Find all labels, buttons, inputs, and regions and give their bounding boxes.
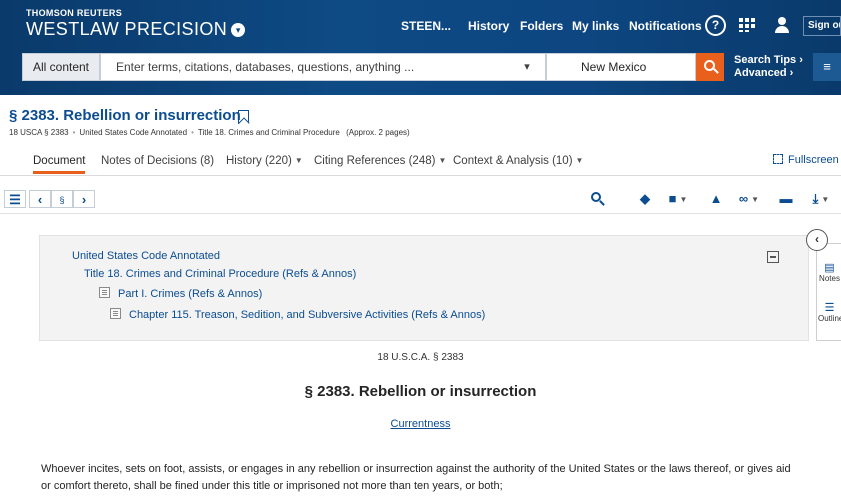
help-icon[interactable]: ?	[705, 15, 726, 36]
brand-menu-caret-icon[interactable]: ▾	[231, 23, 246, 37]
folders-link[interactable]: Folders	[520, 15, 563, 37]
toc-list-icon[interactable]: ☰	[4, 190, 26, 208]
document-meta: 18 USCA § 2383 • United States Code Annota…	[9, 128, 410, 137]
toc-link-usca[interactable]: United States Code Annotated	[72, 250, 220, 262]
toc-item-part-1[interactable]: Part I. Crimes (Refs & Annos)	[99, 287, 262, 300]
statute-heading: § 2383. Rebellion or insurrection	[304, 383, 537, 400]
search-within-button[interactable]	[589, 190, 605, 208]
brand-small: THOMSON REUTERS	[26, 8, 123, 18]
search-input[interactable]	[100, 53, 546, 81]
search-tips-links[interactable]: Search Tips › Advanced ›	[734, 54, 803, 80]
link-icon[interactable]: ∞ ▼	[732, 190, 766, 208]
tab-context-analysis[interactable]: Context & Analysis (10) ▼	[453, 155, 583, 167]
currentness-container: Currentness	[0, 418, 841, 430]
search-tips-link[interactable]: Search Tips ›	[734, 54, 803, 67]
collapse-toc-icon[interactable]	[767, 251, 779, 263]
next-section-button[interactable]: ›	[73, 190, 95, 208]
meta-cite: 18 USCA § 2383	[9, 128, 69, 137]
westlaw-logo[interactable]: THOMSON REUTERS WESTLAW PRECISION ▾	[26, 8, 246, 40]
fullscreen-icon	[773, 154, 783, 164]
statute-text: Whoever incites, sets on foot, assists, …	[41, 463, 791, 492]
rail-notes-button[interactable]: ▤ Notes	[818, 262, 841, 283]
statute-citation: 18 U.S.C.A. § 2383	[377, 352, 464, 363]
document-icon	[99, 287, 110, 298]
document-icon	[110, 308, 121, 319]
user-icon[interactable]	[775, 17, 789, 33]
my-links-link[interactable]: My links	[572, 15, 619, 37]
tab-notes-of-decisions[interactable]: Notes of Decisions (8)	[101, 155, 214, 167]
sign-out-button[interactable]: Sign out	[803, 16, 841, 36]
meta-length: (Approx. 2 pages)	[346, 128, 410, 137]
jurisdiction-selector[interactable]: New Mexico	[546, 53, 696, 81]
search-dropdown-chevron-icon[interactable]: ▾	[508, 53, 546, 81]
folder-icon[interactable]: ▬	[778, 190, 794, 208]
user-menu[interactable]: STEEN...	[401, 15, 451, 37]
filter-icon[interactable]: ≡	[813, 53, 841, 81]
currentness-link[interactable]: Currentness	[391, 418, 451, 430]
meta-title: Title 18. Crimes and Criminal Procedure	[197, 128, 340, 137]
meta-collection: United States Code Annotated	[79, 128, 188, 137]
fullscreen-button[interactable]: Fullscreen	[773, 154, 839, 166]
search-button[interactable]	[696, 53, 724, 81]
history-link[interactable]: History	[468, 15, 509, 37]
download-icon[interactable]: ⤓ ▼	[804, 190, 838, 208]
right-rail	[816, 243, 841, 341]
note-icon[interactable]: ■ ▼	[664, 190, 692, 208]
alert-bell-icon[interactable]: ▲	[708, 190, 724, 208]
document-title: § 2383. Rebellion or insurrection	[9, 107, 241, 124]
tab-history[interactable]: History (220) ▼	[226, 155, 303, 167]
outline-icon: ☰	[824, 302, 835, 314]
apps-grid-icon[interactable]	[739, 18, 755, 32]
section-nav-button[interactable]: §	[51, 190, 73, 208]
tab-document[interactable]: Document	[33, 155, 86, 174]
rail-toggle-chevron-icon[interactable]: ‹	[806, 229, 828, 251]
previous-section-button[interactable]: ‹	[29, 190, 51, 208]
tab-citing-references[interactable]: Citing References (248) ▼	[314, 155, 446, 167]
toc-link-title-18[interactable]: Title 18. Crimes and Criminal Procedure …	[84, 268, 356, 280]
advanced-search-link[interactable]: Advanced ›	[734, 67, 803, 80]
toc-item-chapter-115[interactable]: Chapter 115. Treason, Sedition, and Subv…	[110, 308, 485, 321]
tag-icon[interactable]: ◆	[637, 190, 653, 208]
notes-icon: ▤	[824, 262, 835, 274]
search-scope-button[interactable]: All content	[22, 53, 100, 81]
brand-big: WESTLAW PRECISION	[26, 19, 228, 39]
rail-outline-button[interactable]: ☰ Outline	[818, 302, 841, 323]
bookmark-icon[interactable]	[238, 110, 249, 124]
notifications-link[interactable]: Notifications	[629, 15, 702, 37]
